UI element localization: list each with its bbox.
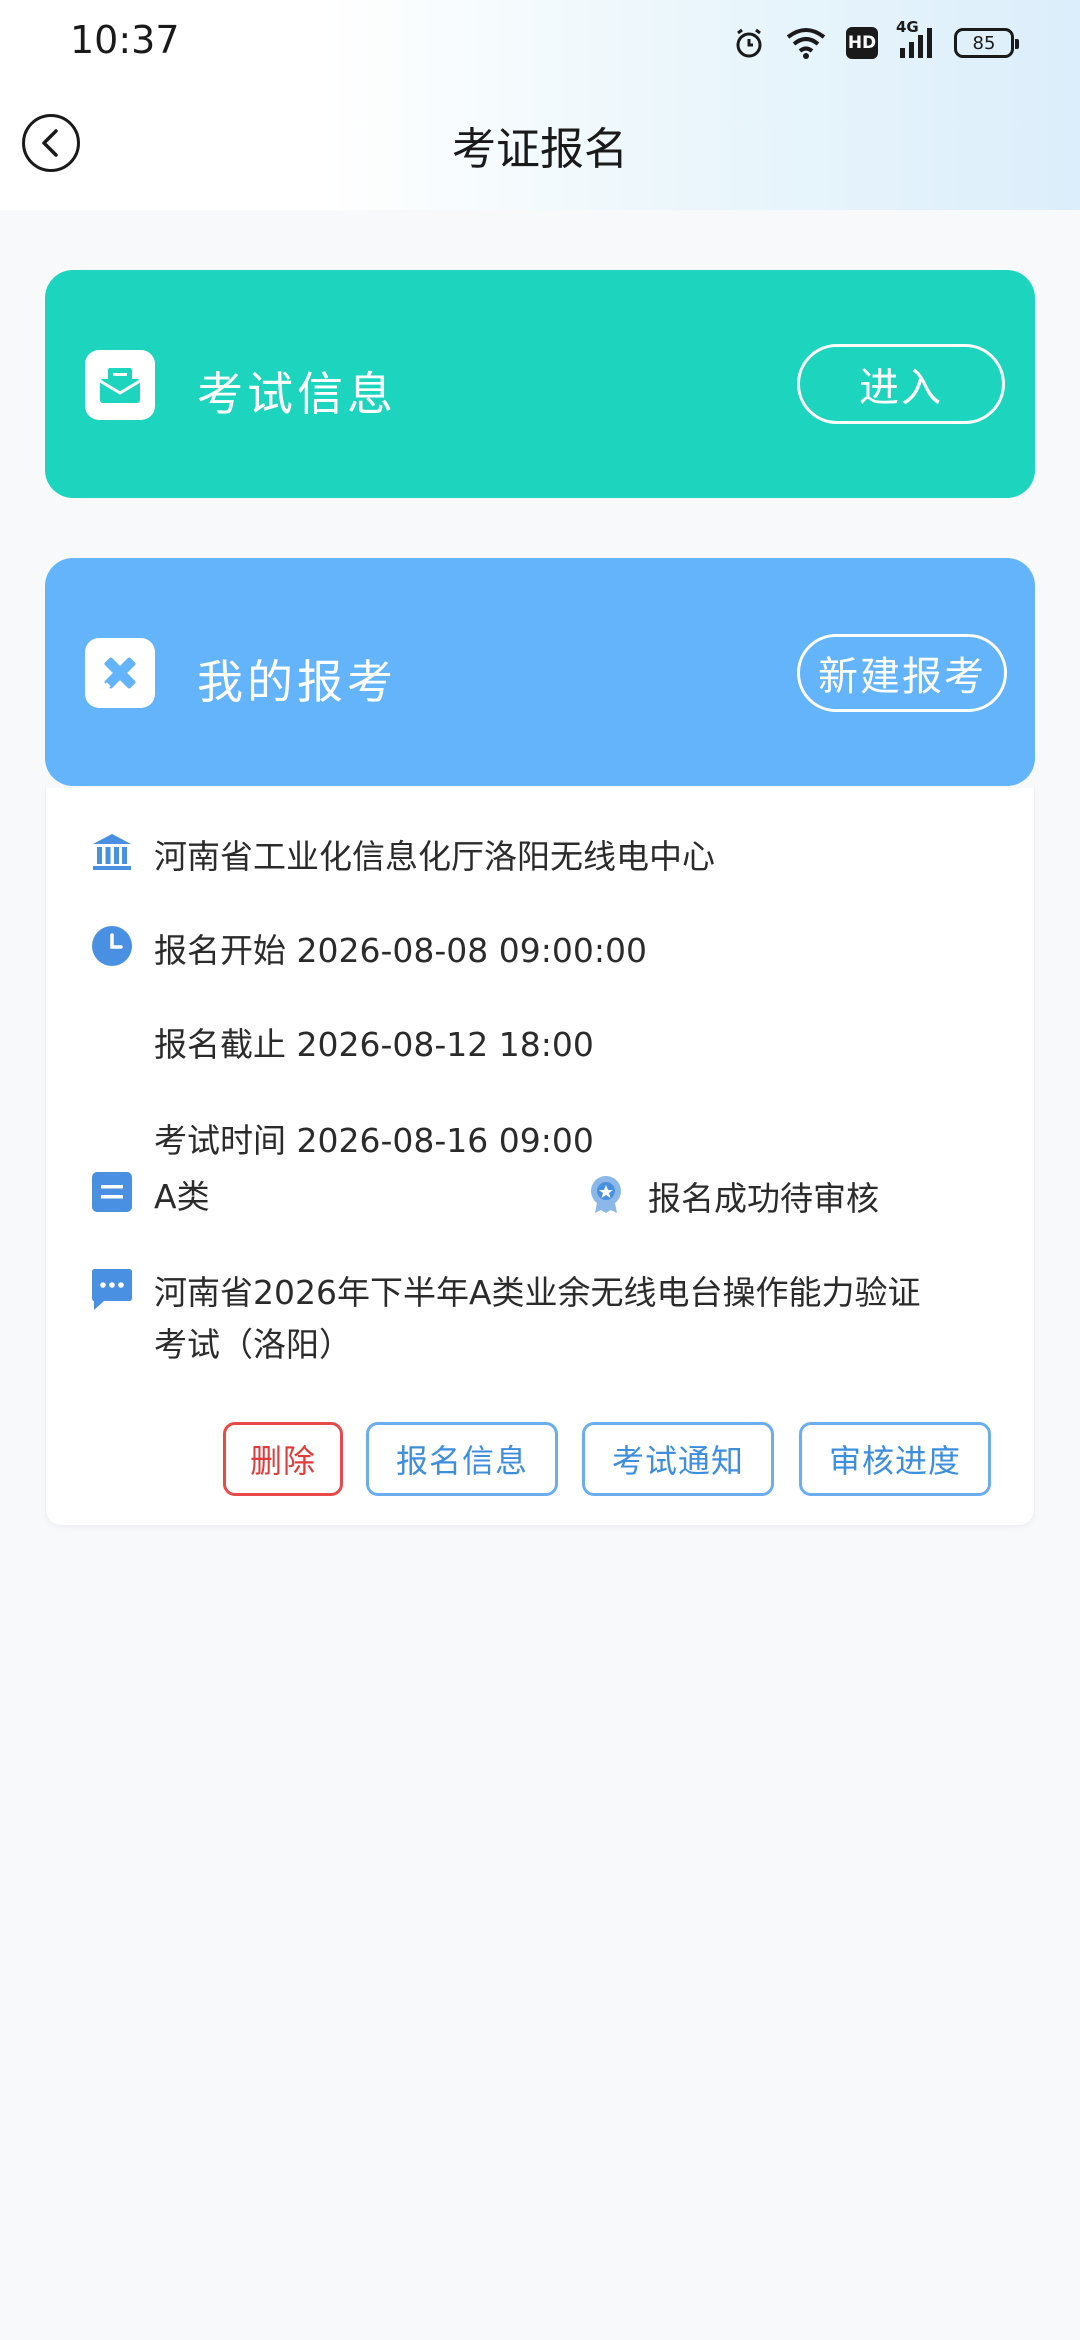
battery-indicator: 85 [954,28,1019,58]
registration-info-button[interactable]: 报名信息 [366,1422,558,1496]
org-name: 河南省工业化信息化厅洛阳无线电中心 [154,837,715,876]
exam-time: 考试时间 2026-08-16 09:00 [154,1121,594,1160]
exam-name-line1: 河南省2026年下半年A类业余无线电台操作能力验证 [154,1273,921,1312]
pencil-ruler-icon [85,638,155,708]
review-progress-button[interactable]: 审核进度 [799,1422,991,1496]
registration-status: 报名成功待审核 [648,1179,879,1218]
exam-info-banner[interactable]: 考试信息 进入 [45,270,1035,498]
bank-icon [90,830,134,874]
my-exam-banner: 我的报考 新建报考 [45,558,1035,786]
exam-notice-button[interactable]: 考试通知 [582,1422,774,1496]
list-icon [90,1170,134,1214]
status-time: 10:37 [70,18,180,62]
network-type: 4G [896,18,919,36]
registration-card: 河南省工业化信息化厅洛阳无线电中心 报名开始 2026-08-08 09:00:… [45,788,1035,1526]
chat-icon [90,1268,134,1312]
status-icons: HD 4G 85 [732,18,1019,64]
page-title: 考证报名 [452,124,628,175]
exam-info-label: 考试信息 [197,367,397,421]
mail-icon [85,350,155,420]
clock-icon [90,924,134,968]
wifi-icon [786,27,826,59]
enter-button[interactable]: 进入 [797,344,1005,424]
top-bar: 10:37 HD 4G 85 考证报名 [0,0,1080,210]
registration-start: 报名开始 2026-08-08 09:00:00 [154,931,647,970]
new-registration-button[interactable]: 新建报考 [797,634,1007,712]
delete-button[interactable]: 删除 [223,1422,343,1496]
my-exam-label: 我的报考 [197,655,397,709]
signal-icon: 4G [896,18,934,60]
alarm-icon [732,26,766,60]
exam-name-line2: 考试（洛阳） [154,1325,352,1364]
hd-badge: HD [846,27,878,59]
exam-category: A类 [154,1177,210,1216]
badge-icon [584,1172,628,1216]
registration-deadline: 报名截止 2026-08-12 18:00 [154,1025,594,1064]
